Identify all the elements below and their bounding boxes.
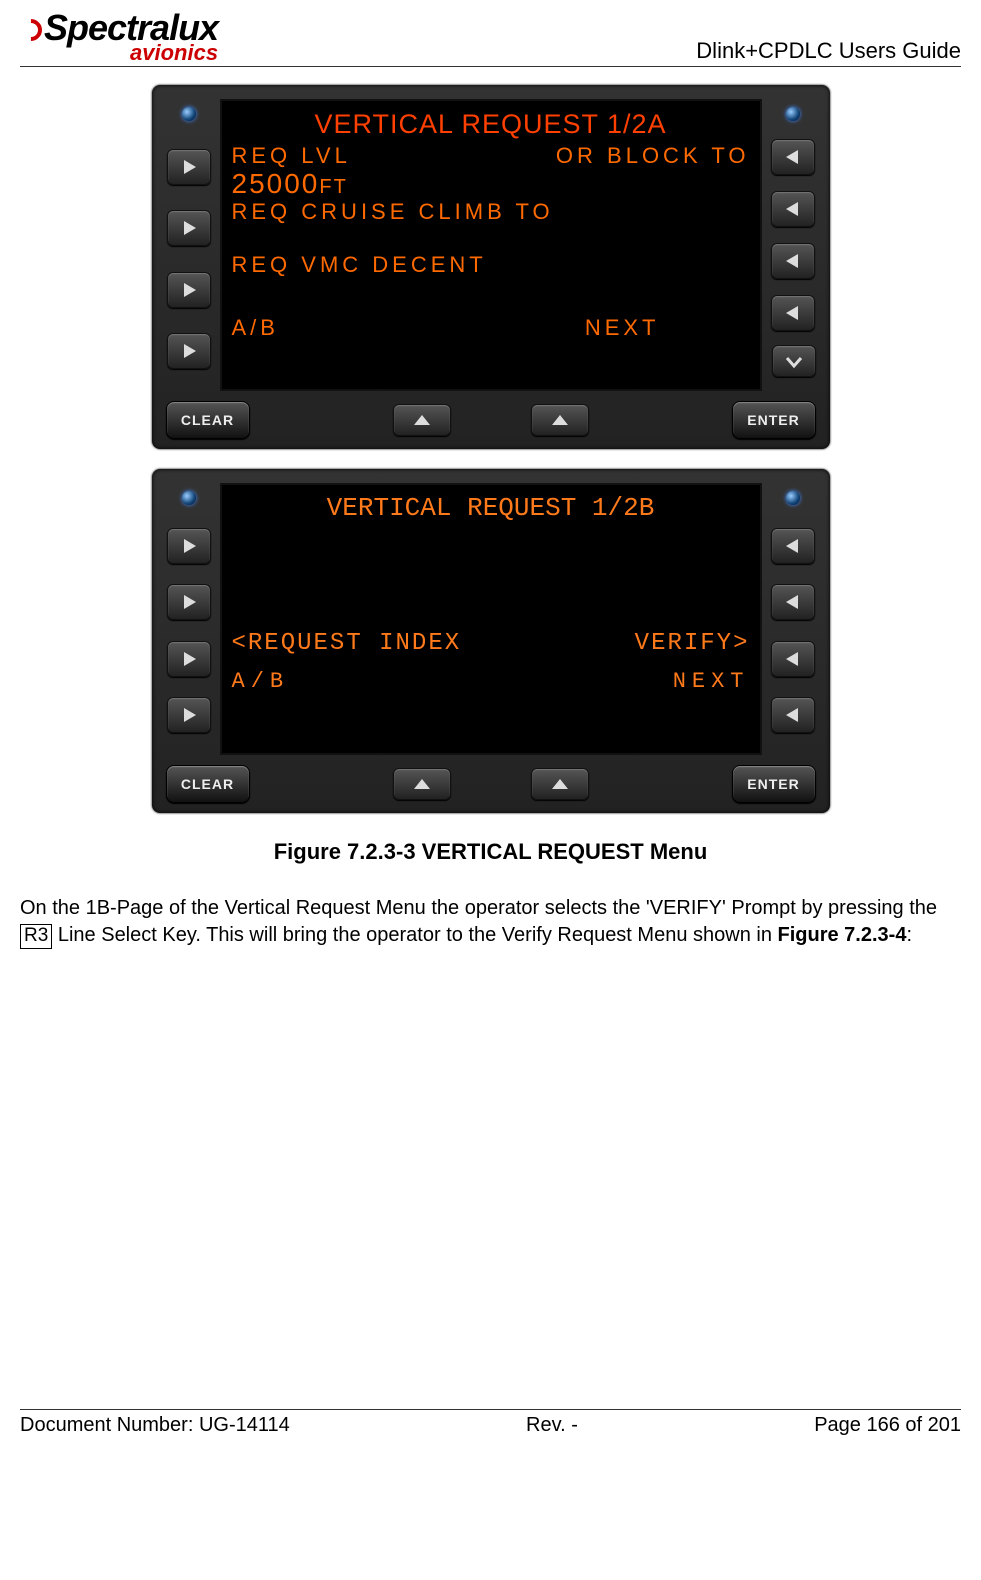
lsk-r1-button[interactable] (771, 528, 815, 564)
lsk-l2-button[interactable] (167, 210, 211, 246)
led-indicator-icon (182, 491, 196, 505)
lsk-r2-button[interactable] (771, 191, 815, 227)
ab-toggle-label: A/B (232, 669, 290, 694)
led-indicator-icon (182, 107, 196, 121)
aux-down-button[interactable] (772, 345, 816, 377)
lsk-r3-button[interactable] (771, 243, 815, 279)
paragraph-text-mid: Line Select Key. This will bring the ope… (52, 924, 777, 946)
next-label: NEXT (673, 669, 750, 694)
left-key-column (166, 483, 212, 755)
page-number: Page 166 of 201 (814, 1414, 961, 1437)
page-header: Spectralux avionics Dlink+CPDLC Users Gu… (20, 10, 961, 67)
led-indicator-icon (786, 107, 800, 121)
right-key-column (770, 99, 816, 391)
lsk-l4-button[interactable] (167, 697, 211, 733)
revision: Rev. - (526, 1414, 578, 1437)
r3-key-reference: R3 (20, 924, 52, 949)
or-block-to-label: OR BLOCK TO (556, 142, 750, 170)
lsk-r3-button[interactable] (771, 641, 815, 677)
enter-button[interactable]: ENTER (732, 765, 816, 803)
body-paragraph: On the 1B-Page of the Vertical Request M… (20, 895, 961, 949)
arrow-up-right-button[interactable] (531, 768, 589, 800)
right-key-column (770, 483, 816, 755)
cdu-screen-a: VERTICAL REQUEST 1/2A REQ LVL OR BLOCK T… (220, 99, 762, 391)
lsk-l4-button[interactable] (167, 333, 211, 369)
lsk-r4-button[interactable] (771, 295, 815, 331)
arrow-up-right-button[interactable] (531, 404, 589, 436)
left-key-column (166, 99, 212, 391)
clear-button[interactable]: CLEAR (166, 401, 250, 439)
req-cruise-climb-label: REQ CRUISE CLIMB TO (232, 198, 750, 226)
figure-reference: Figure 7.2.3-4 (778, 924, 907, 946)
req-lvl-label: REQ LVL (232, 142, 351, 170)
lsk-l2-button[interactable] (167, 584, 211, 620)
cdu-device-a: VERTICAL REQUEST 1/2A REQ LVL OR BLOCK T… (152, 85, 830, 449)
figure-caption: Figure 7.2.3-3 VERTICAL REQUEST Menu (274, 839, 708, 865)
altitude-unit: FT (319, 176, 347, 198)
led-indicator-icon (786, 491, 800, 505)
req-vmc-descent-label: REQ VMC DECENT (232, 251, 750, 279)
lsk-r2-button[interactable] (771, 584, 815, 620)
lsk-l1-button[interactable] (167, 528, 211, 564)
cdu-screen-b: VERTICAL REQUEST 1/2B <REQUEST INDEX VER… (220, 483, 762, 755)
verify-label: VERIFY> (635, 629, 750, 659)
lsk-l3-button[interactable] (167, 272, 211, 308)
altitude-value: 25000 (232, 168, 320, 199)
document-title: Dlink+CPDLC Users Guide (696, 38, 961, 64)
lsk-r4-button[interactable] (771, 697, 815, 733)
lsk-l3-button[interactable] (167, 641, 211, 677)
screen-title: VERTICAL REQUEST 1/2A (232, 109, 750, 140)
arrow-up-left-button[interactable] (393, 768, 451, 800)
ab-toggle-label: A/B (232, 315, 279, 341)
request-index-label: <REQUEST INDEX (232, 629, 462, 659)
enter-button[interactable]: ENTER (732, 401, 816, 439)
arrow-up-left-button[interactable] (393, 404, 451, 436)
next-label: NEXT (585, 315, 660, 341)
lsk-r1-button[interactable] (771, 139, 815, 175)
cdu-device-b: VERTICAL REQUEST 1/2B <REQUEST INDEX VER… (152, 469, 830, 813)
screen-title: VERTICAL REQUEST 1/2B (232, 493, 750, 523)
logo: Spectralux avionics (20, 10, 218, 64)
paragraph-text-pre: On the 1B-Page of the Vertical Request M… (20, 897, 937, 919)
page-footer: Document Number: UG-14114 Rev. - Page 16… (20, 1409, 961, 1437)
document-number: Document Number: UG-14114 (20, 1414, 290, 1437)
lsk-l1-button[interactable] (167, 149, 211, 185)
clear-button[interactable]: CLEAR (166, 765, 250, 803)
paragraph-text-post: : (906, 924, 912, 946)
